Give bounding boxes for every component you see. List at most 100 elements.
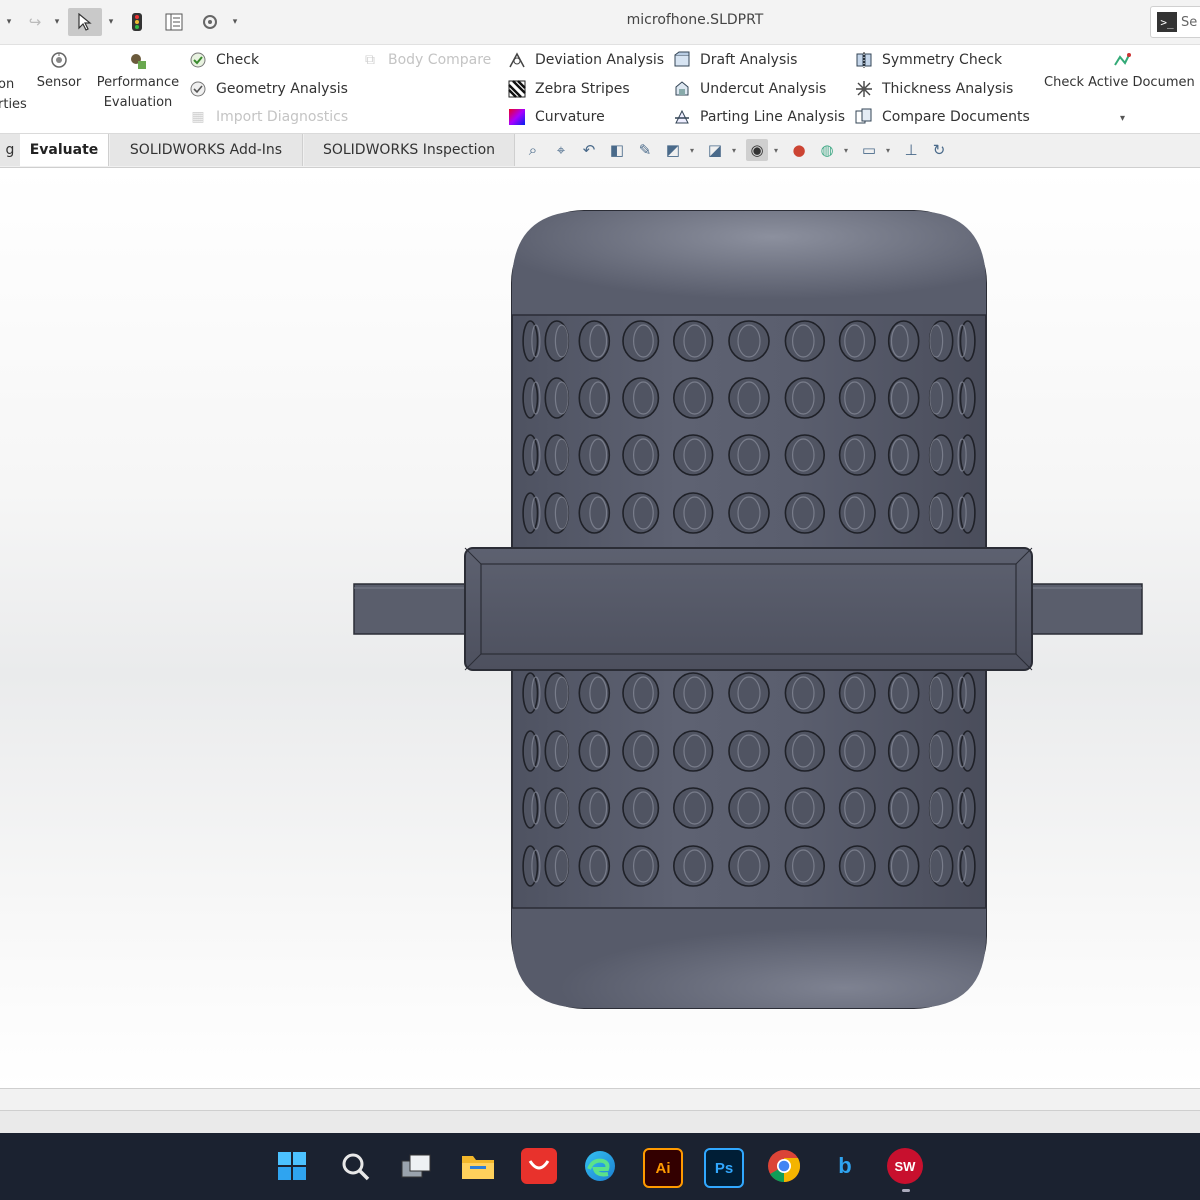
redo-options-dropdown[interactable]: ▾ [50,8,64,36]
chevron-down-icon: ▾ [232,17,238,27]
redo-icon: ↪ [28,13,42,31]
check-active-document-label: Check Active Documen [1044,75,1195,90]
aliexpress-button[interactable] [521,1148,557,1184]
command-manager-tabs: g Evaluate SOLIDWORKS Add-Ins SOLIDWORKS… [0,134,1200,168]
dynamic-annotation-icon[interactable]: ✎ [634,139,656,161]
grille-hole [784,730,825,772]
grille-hole [784,434,825,476]
zoom-to-area-icon[interactable]: ⌖ [550,139,572,161]
section-view-icon[interactable]: ◧ [606,139,628,161]
import-diagnostics-button[interactable]: ▦ Import Diagnostics [188,105,348,129]
grille-hole [522,672,539,714]
grille-hole [728,320,770,362]
draft-analysis-label: Draft Analysis [700,52,798,68]
search-button[interactable] [337,1148,373,1184]
body-compare-button[interactable]: ⧉ Body Compare [360,48,491,72]
view-orientation-icon[interactable]: ◩ [662,139,684,161]
file-explorer-button[interactable] [460,1148,496,1184]
graphics-area-footer [0,1088,1200,1111]
thickness-analysis-button[interactable]: Thickness Analysis [854,77,1013,101]
ribbon-overflow-chevron-icon[interactable]: ▾ [1120,113,1125,124]
solidworks-button[interactable]: SW [887,1148,923,1184]
hide-show-items-icon[interactable]: ◉ [746,139,768,161]
deviation-analysis-icon [507,50,527,70]
chrome-icon [768,1150,801,1182]
display-style-icon[interactable]: ◪ [704,139,726,161]
check-active-document-button[interactable]: Check Active Documen [1044,51,1200,93]
chevron-down-icon: ▾ [54,17,60,27]
undercut-analysis-button[interactable]: Undercut Analysis [672,77,826,101]
chevron-down-icon[interactable]: ▾ [774,146,782,155]
chevron-down-icon[interactable]: ▾ [844,146,852,155]
illustrator-icon: Ai [655,1159,671,1177]
graphics-area[interactable] [0,168,1200,1088]
body-compare-icon: ⧉ [365,52,375,68]
grille-hole [784,377,825,419]
curvature-label: Curvature [535,109,605,125]
edge-button[interactable] [582,1148,618,1184]
zebra-stripes-button[interactable]: Zebra Stripes [507,77,630,101]
check-active-document-icon [1112,51,1200,71]
grille-hole [784,320,825,362]
redo-button[interactable]: ↪ [22,8,48,36]
file-properties-button[interactable] [162,8,186,36]
sensor-label: Sensor [36,75,82,90]
grille-hole [672,377,714,419]
document-title: microfhone.SLDPRT [626,12,764,28]
geometry-analysis-button[interactable]: Geometry Analysis [188,77,348,101]
task-view-button[interactable] [398,1148,434,1184]
view-settings-icon[interactable]: ▭ [858,139,880,161]
chevron-down-icon[interactable]: ▾ [886,146,894,155]
performance-evaluation-button[interactable]: Performance Evaluation [92,51,184,113]
tab-solidworks-add-ins[interactable]: SOLIDWORKS Add-Ins [110,134,303,166]
chevron-down-icon: ▾ [108,17,114,27]
select-dropdown[interactable]: ▾ [104,8,118,36]
grille-hole [522,845,539,887]
photoshop-button[interactable]: Ps [704,1148,744,1188]
rebuild-button[interactable] [126,8,148,36]
search-commands-box[interactable]: >_ Se [1150,6,1200,38]
grille-hole [672,320,714,362]
grille-hole [522,492,539,534]
chevron-down-icon[interactable]: ▾ [690,146,698,155]
photoshop-icon: Ps [714,1159,734,1177]
triad-icon[interactable]: ⊥ [900,139,922,161]
zebra-stripes-icon [507,79,527,99]
heads-up-view-toolbar: ⌕ ⌖ ↶ ◧ ✎ ◩ ▾ ◪ ▾ ◉ ▾ ● ◍ ▾ ▭ ▾ ⊥ ↻ [522,138,950,162]
start-button[interactable] [274,1148,310,1184]
edit-appearance-icon[interactable]: ● [788,139,810,161]
microphone-model[interactable] [0,168,1200,1088]
options-dropdown[interactable]: ▾ [228,8,242,36]
redo-dropdown[interactable]: ▾ [2,8,16,36]
grille-hole [728,434,770,476]
options-button[interactable] [198,8,222,36]
tab-partial[interactable]: g [0,134,21,166]
draft-analysis-button[interactable]: Draft Analysis [672,48,797,72]
parting-line-analysis-icon [672,107,692,127]
chrome-button[interactable] [766,1148,802,1184]
deviation-analysis-button[interactable]: Deviation Analysis [507,48,664,72]
title-bar: ▾ ↪ ▾ ▾ ▾ microfhone.SLDPRT >_ Se [0,0,1200,45]
apply-scene-icon[interactable]: ◍ [816,139,838,161]
compare-documents-button[interactable]: Compare Documents [854,105,1030,129]
previous-view-icon[interactable]: ↶ [578,139,600,161]
sensor-button[interactable]: Sensor [34,51,84,93]
check-button[interactable]: Check [188,48,259,72]
chevron-down-icon: ▾ [6,17,12,27]
tab-evaluate[interactable]: Evaluate [20,134,109,166]
file-properties-icon [165,13,183,31]
rotate-icon[interactable]: ↻ [928,139,950,161]
shopping-bag-icon [528,1160,550,1170]
select-button[interactable] [68,8,102,36]
chevron-down-icon[interactable]: ▾ [732,146,740,155]
bing-button[interactable]: b [827,1148,863,1184]
curvature-button[interactable]: Curvature [507,105,605,129]
command-manager-ribbon: on rties Sensor Performance Evaluation C… [0,45,1200,134]
symmetry-check-button[interactable]: Symmetry Check [854,48,1002,72]
tab-solidworks-inspection[interactable]: SOLIDWORKS Inspection [304,134,515,166]
search-placeholder: Se [1181,14,1198,30]
zoom-to-fit-icon[interactable]: ⌕ [522,139,544,161]
parting-line-analysis-button[interactable]: Parting Line Analysis [672,105,845,129]
partial-left-tool[interactable]: on rties [0,75,27,115]
illustrator-button[interactable]: Ai [643,1148,683,1188]
